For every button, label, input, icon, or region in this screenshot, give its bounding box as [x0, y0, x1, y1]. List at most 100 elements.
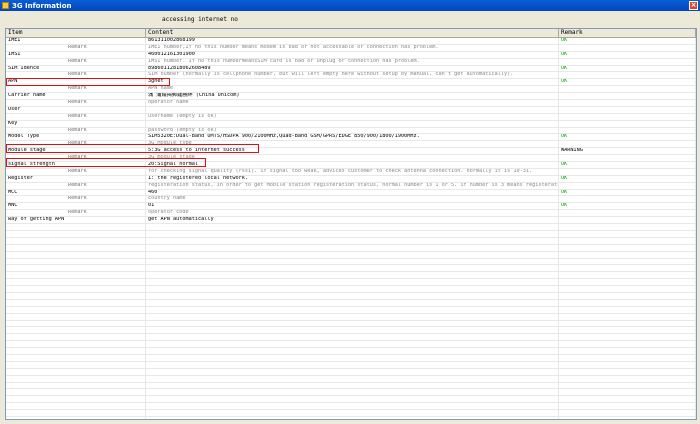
table-row[interactable]: MCC 460 OK: [6, 189, 696, 197]
table-row[interactable]: IMEI 861311002868199 OK: [6, 38, 696, 45]
cell-item: Remark: [6, 141, 146, 148]
app-icon: [2, 2, 9, 9]
cell-remark: OK: [559, 175, 696, 182]
column-header-item[interactable]: Item: [6, 29, 146, 37]
empty-cell: [146, 299, 559, 306]
empty-row: [6, 286, 696, 293]
empty-row: [6, 224, 696, 231]
empty-row: [6, 244, 696, 252]
empty-row: [6, 306, 696, 314]
cell-content: 861311002868199: [146, 38, 559, 44]
cell-item: Key: [6, 120, 146, 127]
empty-row: [6, 416, 696, 419]
empty-row: [6, 279, 696, 287]
cell-remark: OK: [559, 203, 696, 210]
empty-cell: [559, 292, 696, 299]
table-row[interactable]: Remark IMSI number. If no this numbermean…: [6, 58, 696, 66]
table-row[interactable]: Remark SIM number (normally is cellphone …: [6, 72, 696, 80]
table-row[interactable]: Module stage 5:3G access to internet succ…: [6, 148, 696, 156]
cell-content: 460012161301900: [146, 51, 559, 58]
empty-cell: [559, 230, 696, 237]
empty-cell: [6, 320, 146, 327]
empty-cell: [559, 416, 696, 419]
cell-remark: [559, 141, 696, 148]
empty-cell: [146, 403, 559, 410]
table-row[interactable]: MNC 01 OK: [6, 203, 696, 211]
table-row[interactable]: Remark IMEI number,If no this number mean…: [6, 44, 696, 52]
table-row[interactable]: Remark password (empty is ok): [6, 127, 696, 135]
cell-item: Module stage: [6, 148, 146, 155]
cell-remark: [559, 182, 696, 189]
cell-content: 3gnet: [146, 79, 559, 86]
empty-cell: [146, 334, 559, 341]
empty-row: [6, 299, 696, 307]
table-row[interactable]: Carrier name 滿 浦鐵揭郵鏈勝絆 (China Unicom): [6, 93, 696, 101]
empty-cell: [146, 230, 559, 237]
empty-cell: [559, 354, 696, 361]
empty-cell: [6, 375, 146, 382]
empty-cell: [146, 327, 559, 334]
empty-cell: [559, 361, 696, 368]
empty-cell: [559, 313, 696, 320]
empty-cell: [6, 299, 146, 306]
cell-remark: [559, 106, 696, 113]
cell-content: 3G Module type: [146, 141, 559, 148]
close-icon[interactable]: ×: [689, 1, 698, 10]
empty-cell: [6, 237, 146, 244]
empty-cell: [6, 265, 146, 272]
column-header-remark[interactable]: Remark: [559, 29, 696, 37]
empty-cell: [6, 334, 146, 341]
cell-remark: [559, 58, 696, 65]
empty-cell: [146, 244, 559, 251]
cell-content: 01: [146, 203, 559, 210]
table-row[interactable]: IMSI 460012161301900 OK: [6, 51, 696, 59]
cell-item: Remark: [6, 113, 146, 120]
table-row[interactable]: way of getting APN get APN automatically: [6, 217, 696, 225]
table-row[interactable]: User: [6, 106, 696, 114]
cell-item: Remark: [6, 58, 146, 65]
table-row[interactable]: signal strength 20:Signal normal OK: [6, 162, 696, 169]
table-row[interactable]: Remark operator name: [6, 100, 696, 107]
cell-item: Remark: [6, 100, 146, 106]
table-row[interactable]: APN 3gnet OK: [6, 79, 696, 87]
connection-status: accessing internet no: [162, 16, 238, 23]
empty-cell: [146, 354, 559, 361]
empty-row: [6, 313, 696, 321]
table-row[interactable]: Remark username (empty is ok): [6, 113, 696, 121]
table-row[interactable]: Remark for checking signal quality (rssi)…: [6, 168, 696, 176]
table-row[interactable]: Remark 3G module stage: [6, 155, 696, 163]
empty-cell: [6, 396, 146, 403]
empty-cell: [6, 230, 146, 237]
cell-content: IMEI number,If no this number means mode…: [146, 44, 559, 51]
table-row[interactable]: Key: [6, 120, 696, 128]
cell-item: Remark: [6, 210, 146, 217]
column-header-content[interactable]: Content: [146, 29, 559, 37]
empty-row: [6, 334, 696, 342]
empty-cell: [6, 416, 146, 419]
table-row[interactable]: Remark operator code: [6, 210, 696, 218]
cell-remark: [559, 127, 696, 134]
cell-content: get APN automatically: [146, 217, 559, 224]
empty-cell: [146, 368, 559, 375]
empty-cell: [146, 306, 559, 313]
table-row[interactable]: Model Type SIM5320E:Dual-Band UMTS/HSDPA …: [6, 134, 696, 142]
cell-item: signal strength: [6, 162, 146, 168]
empty-cell: [6, 272, 146, 279]
cell-remark: OK: [559, 38, 696, 44]
empty-row: [6, 237, 696, 245]
empty-cell: [146, 416, 559, 419]
empty-row: [6, 265, 696, 273]
empty-row: [6, 368, 696, 376]
table-row[interactable]: Remark 3G Module type: [6, 141, 696, 149]
table-row[interactable]: Remark APN name: [6, 86, 696, 94]
table-row[interactable]: Remark registeration status, in order to …: [6, 182, 696, 190]
table-row[interactable]: SIM Idence 89860112818062608489 OK: [6, 65, 696, 73]
table-row[interactable]: Register 1: the registered local network.…: [6, 175, 696, 183]
cell-remark: [559, 113, 696, 120]
empty-row: [6, 348, 696, 355]
table-row[interactable]: Remark country name: [6, 196, 696, 204]
empty-cell: [146, 361, 559, 368]
info-table[interactable]: Item Content Remark IMEI 861311002868199 O…: [5, 28, 697, 420]
empty-cell: [146, 313, 559, 320]
empty-row: [6, 410, 696, 417]
